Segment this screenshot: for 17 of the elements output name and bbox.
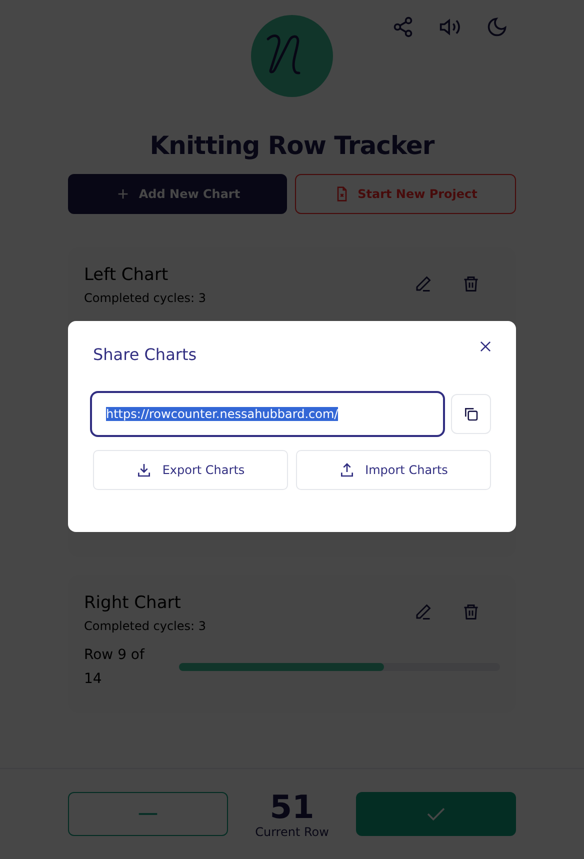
row-progress-label: Row 9 of 14 — [84, 646, 146, 689]
download-icon — [136, 462, 152, 478]
copy-icon — [463, 406, 480, 422]
copy-button[interactable] — [451, 394, 491, 434]
import-button[interactable]: Import Charts — [296, 450, 491, 490]
export-button[interactable]: Export Charts — [93, 450, 288, 490]
close-icon[interactable] — [480, 341, 491, 352]
app-title: Knitting Row Tracker — [150, 131, 434, 160]
row-count: 51 — [270, 789, 314, 825]
completed-cycles: Completed cycles: 3 — [84, 291, 206, 305]
row-caption: Current Row — [255, 825, 329, 839]
upload-icon — [339, 462, 356, 478]
url-field[interactable]: https://rowcounter.nessahubbard.com/ — [90, 391, 446, 437]
dialog-title: Share Charts — [93, 345, 197, 364]
completed-cycles: Completed cycles: 3 — [84, 619, 206, 633]
chart-name: Right Chart — [84, 593, 182, 613]
chart-name: Left Chart — [84, 265, 170, 285]
